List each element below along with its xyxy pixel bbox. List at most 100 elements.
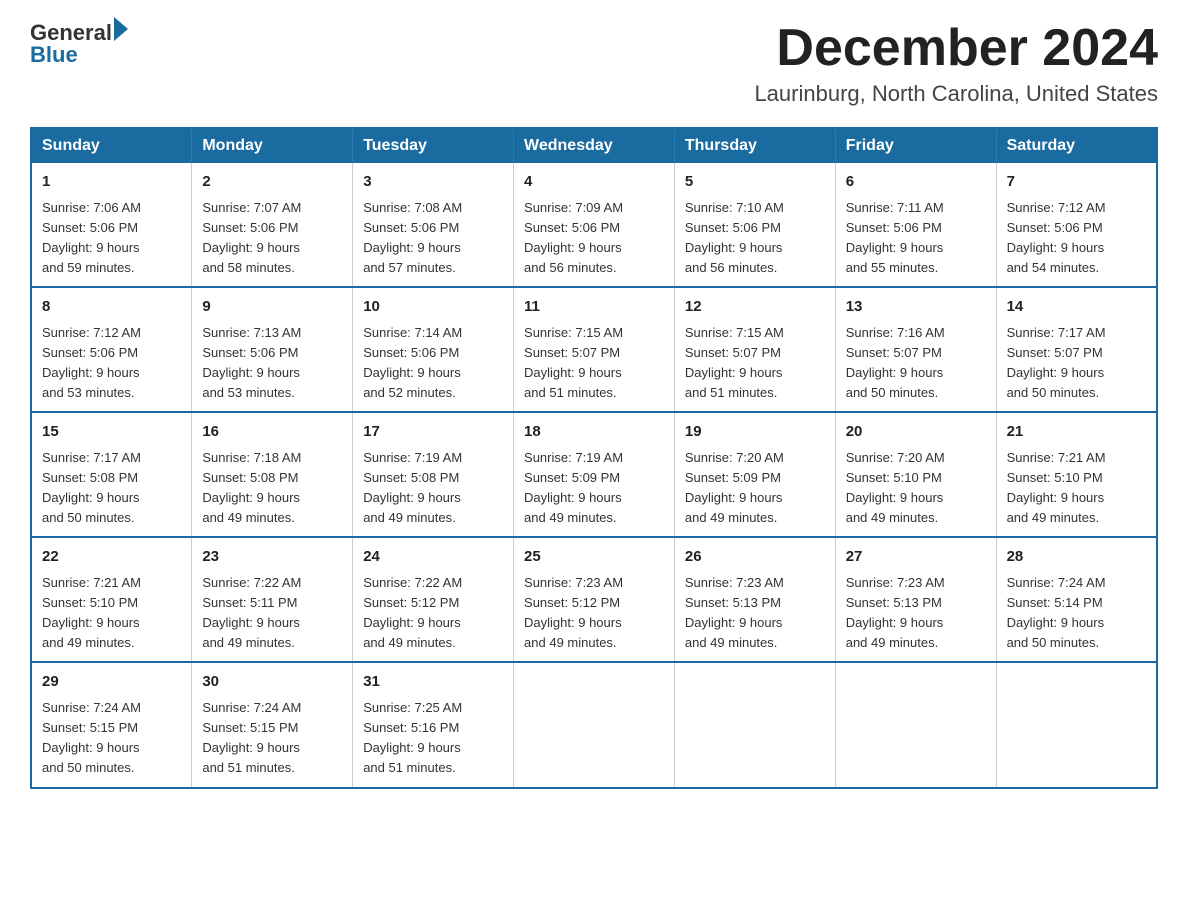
daylight-info-2: and 49 minutes. [846, 635, 939, 650]
location-title: Laurinburg, North Carolina, United State… [754, 81, 1158, 107]
sunrise-info: Sunrise: 7:15 AM [685, 325, 784, 340]
sunset-info: Sunset: 5:06 PM [363, 220, 459, 235]
sunrise-info: Sunrise: 7:09 AM [524, 200, 623, 215]
sunrise-info: Sunrise: 7:20 AM [846, 450, 945, 465]
daylight-info-2: and 49 minutes. [685, 510, 778, 525]
daylight-info-2: and 49 minutes. [363, 510, 456, 525]
daylight-info-1: Daylight: 9 hours [202, 365, 300, 380]
calendar-cell: 12Sunrise: 7:15 AMSunset: 5:07 PMDayligh… [674, 287, 835, 412]
sunset-info: Sunset: 5:06 PM [202, 345, 298, 360]
calendar-cell: 30Sunrise: 7:24 AMSunset: 5:15 PMDayligh… [192, 662, 353, 787]
calendar-week-row: 29 Sunrise: 7:24 AMSunset: 5:15 PMDayligh… [31, 662, 1157, 787]
sunset-info: Sunset: 5:10 PM [1007, 470, 1103, 485]
calendar-cell: 25Sunrise: 7:23 AMSunset: 5:12 PMDayligh… [514, 537, 675, 662]
daylight-info-2: and 49 minutes. [524, 635, 617, 650]
day-info: Sunrise: 7:12 AMSunset: 5:06 PMDaylight:… [42, 323, 181, 404]
day-number: 24 [363, 546, 503, 569]
day-info: Sunrise: 7:24 AMSunset: 5:15 PMDaylight:… [202, 698, 342, 779]
daylight-info-1: Daylight: 9 hours [363, 240, 461, 255]
calendar-cell: 26 Sunrise: 7:23 AMSunset: 5:13 PMDayligh… [674, 537, 835, 662]
daylight-info-2: and 56 minutes. [524, 260, 617, 275]
sunrise-info: Sunrise: 7:24 AM [42, 700, 141, 715]
calendar-cell: 20Sunrise: 7:20 AMSunset: 5:10 PMDayligh… [835, 412, 996, 537]
day-number: 29 [42, 671, 181, 694]
calendar-cell: 16Sunrise: 7:18 AMSunset: 5:08 PMDayligh… [192, 412, 353, 537]
daylight-info-2: and 53 minutes. [42, 385, 135, 400]
calendar-cell [514, 662, 675, 787]
day-number: 2 [202, 171, 342, 194]
sunrise-info: Sunrise: 7:08 AM [363, 200, 462, 215]
day-number: 27 [846, 546, 986, 569]
sunset-info: Sunset: 5:06 PM [846, 220, 942, 235]
day-info: Sunrise: 7:16 AMSunset: 5:07 PMDaylight:… [846, 323, 986, 404]
daylight-info-1: Daylight: 9 hours [685, 365, 783, 380]
day-number: 20 [846, 421, 986, 444]
day-info: Sunrise: 7:20 AMSunset: 5:09 PMDaylight:… [685, 448, 825, 529]
sunrise-info: Sunrise: 7:06 AM [42, 200, 141, 215]
weekday-header-thursday: Thursday [674, 128, 835, 163]
calendar-cell: 2Sunrise: 7:07 AMSunset: 5:06 PMDaylight… [192, 163, 353, 287]
calendar-cell: 3Sunrise: 7:08 AMSunset: 5:06 PMDaylight… [353, 163, 514, 287]
daylight-info-1: Daylight: 9 hours [846, 615, 944, 630]
calendar-cell: 15Sunrise: 7:17 AMSunset: 5:08 PMDayligh… [31, 412, 192, 537]
day-info: Sunrise: 7:23 AMSunset: 5:13 PMDaylight:… [685, 573, 825, 654]
sunrise-info: Sunrise: 7:23 AM [846, 575, 945, 590]
calendar-cell: 27Sunrise: 7:23 AMSunset: 5:13 PMDayligh… [835, 537, 996, 662]
daylight-info-2: and 49 minutes. [42, 635, 135, 650]
day-info: Sunrise: 7:08 AM Sunset: 5:06 PM Daylight:… [363, 198, 503, 279]
weekday-header-monday: Monday [192, 128, 353, 163]
sunset-info: Sunset: 5:08 PM [363, 470, 459, 485]
daylight-info-1: Daylight: 9 hours [1007, 240, 1105, 255]
calendar-cell: 9Sunrise: 7:13 AMSunset: 5:06 PMDaylight… [192, 287, 353, 412]
sunset-info: Sunset: 5:08 PM [42, 470, 138, 485]
sunrise-info: Sunrise: 7:12 AM [1007, 200, 1106, 215]
daylight-info-2: and 55 minutes. [846, 260, 939, 275]
sunset-info: Sunset: 5:07 PM [846, 345, 942, 360]
day-number: 17 [363, 421, 503, 444]
sunset-info: Sunset: 5:07 PM [1007, 345, 1103, 360]
sunrise-info: Sunrise: 7:15 AM [524, 325, 623, 340]
daylight-info-1: Daylight: 9 hours [42, 365, 140, 380]
sunset-info: Sunset: 5:12 PM [363, 595, 459, 610]
day-info: Sunrise: 7:09 AMSunset: 5:06 PMDaylight:… [524, 198, 664, 279]
page-header: General Blue December 2024 Laurinburg, N… [30, 20, 1158, 107]
daylight-info-1: Daylight: 9 hours [524, 240, 622, 255]
day-number: 19 [685, 421, 825, 444]
calendar-cell: 28Sunrise: 7:24 AMSunset: 5:14 PMDayligh… [996, 537, 1157, 662]
calendar-cell: 21Sunrise: 7:21 AMSunset: 5:10 PMDayligh… [996, 412, 1157, 537]
day-number: 10 [363, 296, 503, 319]
sunset-info: Sunset: 5:16 PM [363, 720, 459, 735]
calendar-cell: 11Sunrise: 7:15 AMSunset: 5:07 PMDayligh… [514, 287, 675, 412]
day-number: 4 [524, 171, 664, 194]
daylight-info-1: Daylight: 9 hours [42, 240, 140, 255]
sunset-info: Sunset: 5:10 PM [846, 470, 942, 485]
daylight-info-1: Daylight: 9 hours [1007, 490, 1105, 505]
weekday-header-sunday: Sunday [31, 128, 192, 163]
calendar-cell: 5Sunrise: 7:10 AMSunset: 5:06 PMDaylight… [674, 163, 835, 287]
daylight-info-1: Daylight: 9 hours [1007, 365, 1105, 380]
day-number: 8 [42, 296, 181, 319]
sunset-info: Sunset: 5:10 PM [42, 595, 138, 610]
day-info: Sunrise: 7:25 AMSunset: 5:16 PMDaylight:… [363, 698, 503, 779]
daylight-info-2: and 50 minutes. [42, 510, 135, 525]
day-info: Sunrise: 7:23 AMSunset: 5:12 PMDaylight:… [524, 573, 664, 654]
daylight-info-1: Daylight: 9 hours [685, 490, 783, 505]
calendar-cell: 19 Sunrise: 7:20 AMSunset: 5:09 PMDayligh… [674, 412, 835, 537]
calendar-cell [996, 662, 1157, 787]
day-number: 13 [846, 296, 986, 319]
day-info: Sunrise: 7:15 AMSunset: 5:07 PMDaylight:… [685, 323, 825, 404]
calendar-cell: 10Sunrise: 7:14 AMSunset: 5:06 PMDayligh… [353, 287, 514, 412]
calendar-week-row: 15Sunrise: 7:17 AMSunset: 5:08 PMDayligh… [31, 412, 1157, 537]
calendar-cell: 18Sunrise: 7:19 AMSunset: 5:09 PMDayligh… [514, 412, 675, 537]
daylight-info-1: Daylight: 9 hours [202, 240, 300, 255]
daylight-info-2: and 51 minutes. [202, 760, 295, 775]
calendar-cell: 14Sunrise: 7:17 AMSunset: 5:07 PMDayligh… [996, 287, 1157, 412]
day-number: 26 [685, 546, 825, 569]
sunset-info: Sunset: 5:09 PM [685, 470, 781, 485]
daylight-info-1: Daylight: 9 hours [363, 490, 461, 505]
sunrise-info: Sunrise: 7:07 AM [202, 200, 301, 215]
daylight-info-2: and 58 minutes. [202, 260, 295, 275]
calendar-cell: 17Sunrise: 7:19 AMSunset: 5:08 PMDayligh… [353, 412, 514, 537]
daylight-info-1: Daylight: 9 hours [685, 615, 783, 630]
daylight-info-1: Daylight: 9 hours [42, 615, 140, 630]
